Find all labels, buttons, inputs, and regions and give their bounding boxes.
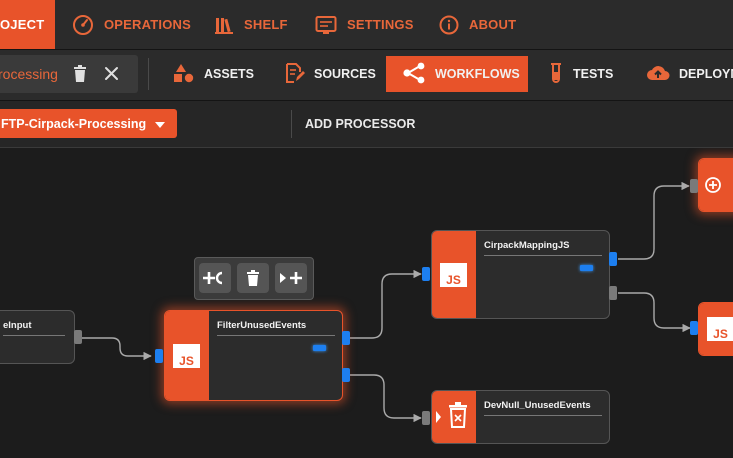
caret-down-icon xyxy=(155,117,166,131)
js-processor-icon: JS xyxy=(699,303,733,355)
connection-input-filter xyxy=(82,337,152,361)
status-led xyxy=(580,265,593,271)
shapes-icon xyxy=(173,63,195,86)
share-nodes-icon xyxy=(402,62,426,87)
nav-operations[interactable]: OPERATIONS xyxy=(72,0,191,49)
settings-panel-icon xyxy=(315,15,337,35)
js-badge: JS xyxy=(707,317,733,341)
connection-cirpack-out1 xyxy=(618,181,690,260)
tab-assets[interactable]: ASSETS xyxy=(173,56,254,92)
gauge-icon xyxy=(72,14,94,36)
tab-workflows-label: WORKFLOWS xyxy=(435,67,520,81)
node-filter-title: FilterUnusedEvents xyxy=(217,320,307,331)
status-led xyxy=(313,345,326,351)
close-icon[interactable] xyxy=(104,66,119,86)
toolbar-divider xyxy=(148,58,149,90)
add-processor-button[interactable]: ADD PROCESSOR xyxy=(305,117,415,131)
node-offscreen-top-input-port[interactable] xyxy=(690,179,698,193)
node-offscreen-right[interactable]: JS xyxy=(698,302,733,356)
workflow-select-value: FTP-Cirpack-Processing xyxy=(1,116,147,131)
node-input[interactable]: eInput xyxy=(0,310,75,364)
node-filter-output-port-1[interactable] xyxy=(342,331,350,345)
edit-document-icon xyxy=(285,62,305,86)
node-cirpack-title: CirpackMappingJS xyxy=(484,240,570,251)
node-devnull-input-port[interactable] xyxy=(422,411,430,425)
trash-icon xyxy=(247,269,259,286)
add-before-button[interactable] xyxy=(199,263,231,293)
tab-deployments-label: DEPLOYM xyxy=(679,67,733,81)
delete-node-button[interactable] xyxy=(237,263,269,293)
node-divider xyxy=(3,335,65,336)
connection-cirpack-out2 xyxy=(618,292,691,333)
node-offscreen-right-input-port[interactable] xyxy=(690,321,698,335)
node-divider xyxy=(484,255,602,256)
node-filter-input-port[interactable] xyxy=(155,349,163,363)
nav-about[interactable]: ABOUT xyxy=(439,0,516,49)
node-filter-output-port-2[interactable] xyxy=(342,368,350,382)
plus-circle-icon xyxy=(705,177,721,193)
connection-filter-devnull xyxy=(350,374,422,423)
add-before-icon xyxy=(203,271,223,285)
node-input-title: eInput xyxy=(3,320,32,331)
add-after-button[interactable] xyxy=(275,263,307,293)
tab-deployments[interactable]: DEPLOYM xyxy=(646,56,733,92)
add-after-icon xyxy=(280,272,302,284)
nav-shelf-label: SHELF xyxy=(244,17,288,32)
nav-shelf[interactable]: SHELF xyxy=(214,0,288,49)
project-search-field[interactable]: rocessing xyxy=(0,55,138,93)
nav-project-label: OJECT xyxy=(0,17,45,32)
node-devnull-title: DevNull_UnusedEvents xyxy=(484,400,591,411)
workflow-canvas[interactable]: eInput JS FilterUnusedEvents JS CirpackM… xyxy=(0,148,733,458)
tab-assets-label: ASSETS xyxy=(204,67,255,81)
nav-about-label: ABOUT xyxy=(469,17,517,32)
toolbar-divider-2 xyxy=(291,110,292,138)
trash-icon[interactable] xyxy=(72,65,88,88)
node-divider xyxy=(217,335,335,336)
node-action-toolbar xyxy=(194,257,314,300)
node-offscreen-top[interactable] xyxy=(698,158,733,212)
nav-settings[interactable]: SETTINGS xyxy=(315,0,414,49)
node-cirpack-output-port-1[interactable] xyxy=(609,252,617,266)
connection-filter-cirpack xyxy=(350,269,422,339)
node-filter-unused-events[interactable]: JS FilterUnusedEvents xyxy=(164,310,343,401)
node-cirpack-output-port-2[interactable] xyxy=(609,286,617,300)
info-icon xyxy=(439,15,459,35)
project-search-value: rocessing xyxy=(0,66,58,82)
tab-tests-label: TESTS xyxy=(573,67,614,81)
cloud-upload-icon xyxy=(646,63,670,86)
nav-project[interactable]: OJECT xyxy=(0,0,55,49)
add-processor-icon-box xyxy=(699,159,733,211)
js-processor-icon: JS xyxy=(165,311,209,400)
node-cirpack-mapping[interactable]: JS CirpackMappingJS xyxy=(431,230,610,319)
js-processor-icon: JS xyxy=(432,231,476,318)
workflow-select[interactable]: FTP-Cirpack-Processing xyxy=(0,109,177,138)
js-badge: JS xyxy=(440,263,467,287)
tab-sources-label: SOURCES xyxy=(314,67,376,81)
node-input-output-port[interactable] xyxy=(74,330,82,344)
tab-workflows[interactable]: WORKFLOWS xyxy=(386,56,528,92)
nav-settings-label: SETTINGS xyxy=(347,17,414,32)
node-devnull-unused-events[interactable]: DevNull_UnusedEvents xyxy=(431,390,610,444)
test-tube-icon xyxy=(548,62,564,87)
connections-layer xyxy=(82,181,691,423)
js-badge: JS xyxy=(173,344,200,368)
nav-operations-label: OPERATIONS xyxy=(104,17,191,32)
tab-tests[interactable]: TESTS xyxy=(548,56,613,92)
node-divider xyxy=(484,415,602,416)
tab-sources[interactable]: SOURCES xyxy=(285,56,376,92)
trash-processor-icon xyxy=(432,391,476,443)
node-cirpack-input-port[interactable] xyxy=(422,267,430,281)
books-icon xyxy=(214,15,234,35)
